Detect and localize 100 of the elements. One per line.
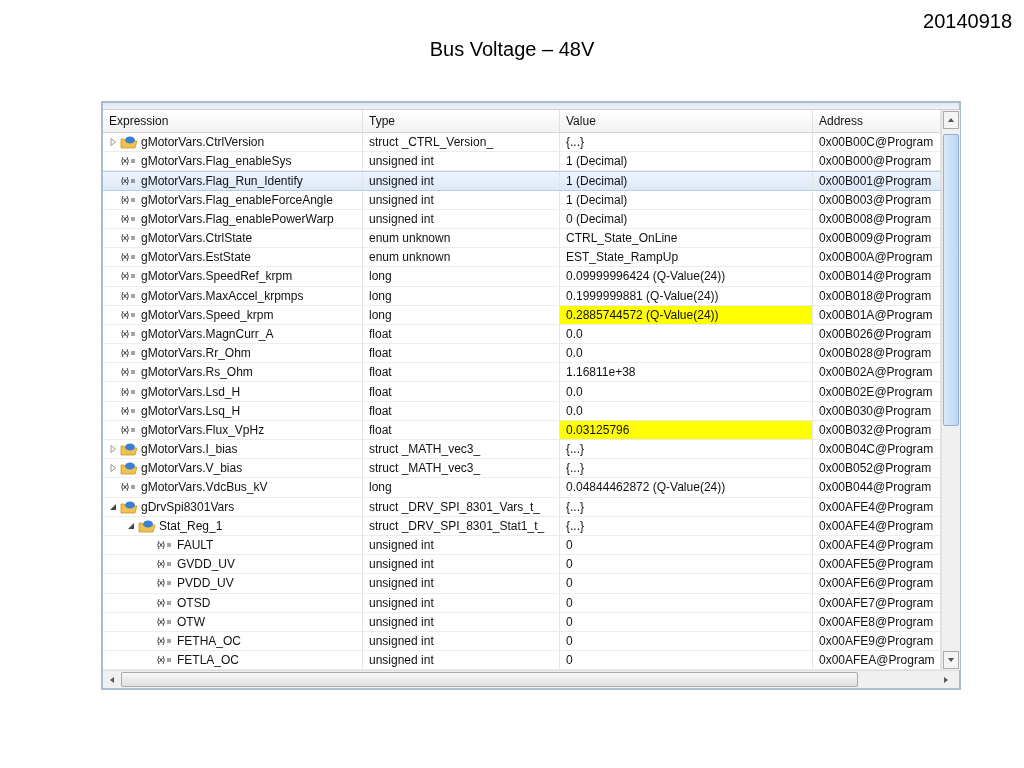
table-cell: 1 (Decimal) [560, 190, 813, 209]
table-row[interactable]: gMotorVars.MaxAccel_krpmps long 0.1999999881 (Q-Value(24)) 0x00B018@Program [103, 286, 941, 306]
table-cell: float [363, 401, 560, 420]
table-cell: unsigned int [363, 631, 560, 651]
expression-name: gMotorVars.MagnCurr_A [141, 326, 274, 341]
expression-name: GVDD_UV [177, 557, 235, 572]
table-cell: 0.0 [560, 382, 813, 401]
variable-icon [120, 348, 138, 359]
table-cell: {...} [560, 440, 813, 459]
table-row[interactable]: gMotorVars.Speed_krpm long 0.2885744572 (Q-Value(24)) 0x00B01A@Program [103, 305, 941, 325]
struct-folder-icon [138, 518, 156, 533]
table-row[interactable]: gMotorVars.VdcBus_kV long 0.04844462872 (Q-Value(24)) 0x00B044@Program [103, 478, 941, 498]
table-cell: unsigned int [363, 152, 560, 171]
table-cell: struct _MATH_vec3_ [363, 459, 560, 478]
variable-icon [156, 578, 174, 589]
expression-name: gMotorVars.CtrlState [141, 231, 253, 246]
table-row[interactable]: gMotorVars.Lsd_H float 0.0 0x00B02E@Program [103, 382, 941, 402]
table-row[interactable]: Stat_Reg_1 struct _DRV_SPI_8301_Stat1_t_ {...} 0x00AFE4@Program [103, 516, 941, 536]
table-cell: unsigned int [363, 574, 560, 593]
table-row[interactable]: GVDD_UV unsigned int 0 0x00AFE5@Program [103, 555, 941, 575]
table-row[interactable]: gMotorVars.Flux_VpHz float 0.03125796 0x00B032@Program [103, 420, 941, 440]
expression-name: gMotorVars.Lsd_H [141, 384, 241, 399]
table-row[interactable]: gMotorVars.SpeedRef_krpm long 0.09999996424 (Q-Value(24)) 0x00B014@Program [103, 267, 941, 287]
table-row[interactable]: PVDD_UV unsigned int 0 0x00AFE6@Program [103, 574, 941, 594]
table-cell: float [363, 363, 560, 382]
expression-name: gMotorVars.SpeedRef_krpm [141, 269, 293, 284]
table-row[interactable]: gMotorVars.Flag_enablePowerWarp unsigned int 0 (Decimal) 0x00B008@Program [103, 209, 941, 229]
table-row[interactable]: gMotorVars.MagnCurr_A float 0.0 0x00B026@Program [103, 324, 941, 345]
table-cell: float [363, 344, 560, 363]
table-row[interactable]: gMotorVars.CtrlVersion struct _CTRL_Version_ {...} 0x00B00C@Program [103, 133, 941, 153]
expression-name: OTSD [177, 595, 211, 610]
table-cell: 0.1999999881 (Q-Value(24)) [560, 286, 813, 305]
slide-title: Bus Voltage – 48V [428, 38, 596, 61]
table-row[interactable]: gMotorVars.Rr_Ohm float 0.0 0x00B028@Program [103, 344, 941, 364]
expand-arrow-icon[interactable] [109, 138, 117, 147]
struct-folder-icon [120, 442, 138, 457]
table-cell: {...} [560, 497, 813, 516]
expand-arrow-icon[interactable] [109, 464, 117, 473]
expression-name: OTW [177, 614, 205, 629]
table-row[interactable]: gMotorVars.V_bias struct _MATH_vec3_ {...} 0x00B052@Program [103, 459, 941, 479]
expression-name: gMotorVars.MaxAccel_krpmps [141, 288, 304, 303]
expression-name: gDrvSpi8301Vars [141, 499, 235, 514]
scrollbar-thumb[interactable] [943, 134, 959, 426]
expression-name: gMotorVars.V_bias [141, 461, 243, 476]
expression-name: gMotorVars.Flag_enableSys [141, 154, 292, 169]
column-header[interactable]: Expression [103, 110, 363, 132]
expression-name: gMotorVars.Flag_Run_Identify [141, 173, 303, 188]
expression-name: FAULT [177, 538, 214, 553]
table-row[interactable]: gMotorVars.Flag_enableForceAngle unsigned int 1 (Decimal) 0x00B003@Program [103, 190, 941, 210]
table-row[interactable]: gMotorVars.Flag_Run_Identify unsigned int 1 (Decimal) 0x00B001@Program [103, 171, 941, 191]
vertical-scrollbar[interactable] [941, 110, 960, 671]
column-header[interactable]: Type [363, 110, 560, 132]
table-row[interactable]: OTSD unsigned int 0 0x00AFE7@Program [103, 593, 941, 613]
table-cell: float [363, 382, 560, 401]
table-row[interactable]: gMotorVars.CtrlState enum unknown CTRL_State_OnLine 0x00B009@Program [103, 228, 941, 249]
table-cell: 0 [560, 631, 813, 651]
slide-date: 20140918 [923, 10, 1012, 33]
table-row[interactable]: gMotorVars.I_bias struct _MATH_vec3_ {...} 0x00B04C@Program [103, 440, 941, 460]
table-cell: unsigned int [363, 555, 560, 574]
table-cell: long [363, 286, 560, 305]
collapse-arrow-icon[interactable] [109, 502, 117, 511]
table-cell: unsigned int [363, 209, 560, 228]
expression-name: gMotorVars.Rr_Ohm [141, 346, 251, 361]
expression-name: gMotorVars.Lsq_H [141, 403, 241, 418]
variable-icon [120, 386, 138, 397]
expression-name: FETLA_OC [177, 653, 239, 668]
table-cell: struct _DRV_SPI_8301_Stat1_t_ [363, 516, 560, 535]
table-cell: 1.16811e+38 [560, 363, 813, 382]
horizontal-scrollbar[interactable] [103, 670, 959, 689]
table-row[interactable]: gMotorVars.EstState enum unknown EST_State_RampUp 0x00B00A@Program [103, 248, 941, 268]
expression-name: FETHA_OC [177, 633, 241, 648]
table-row[interactable]: OTW unsigned int 0 0x00AFE8@Program [103, 612, 941, 632]
variable-icon [120, 233, 138, 244]
expand-arrow-icon[interactable] [109, 445, 117, 454]
expression-name: gMotorVars.CtrlVersion [141, 135, 265, 150]
table-row[interactable]: gDrvSpi8301Vars struct _DRV_SPI_8301_Vars_t_ {...} 0x00AFE4@Program [103, 497, 941, 517]
variable-icon [156, 616, 174, 627]
variable-icon [120, 482, 138, 493]
collapse-arrow-icon[interactable] [127, 521, 135, 530]
table-cell: struct _CTRL_Version_ [363, 133, 560, 152]
expression-name: PVDD_UV [177, 576, 234, 591]
table-row[interactable]: gMotorVars.Rs_Ohm float 1.16811e+38 0x00B02A@Program [103, 363, 941, 383]
table-cell: {...} [560, 459, 813, 478]
table-cell: unsigned int [363, 593, 560, 612]
table-cell: struct _MATH_vec3_ [363, 440, 560, 459]
variable-icon [120, 194, 138, 205]
expression-name: gMotorVars.EstState [141, 250, 251, 265]
table-row[interactable]: FETHA_OC unsigned int 0 0x00AFE9@Program [103, 631, 941, 652]
expression-name: gMotorVars.Flag_enablePowerWarp [141, 211, 334, 226]
table-row[interactable]: FAULT unsigned int 0 0x00AFE4@Program [103, 535, 941, 556]
scrollbar-thumb[interactable] [121, 672, 858, 688]
table-cell: long [363, 267, 560, 286]
variable-icon [156, 655, 174, 666]
struct-folder-icon [120, 135, 138, 150]
variable-icon [120, 367, 138, 378]
expression-name: gMotorVars.Rs_Ohm [141, 365, 253, 380]
column-header[interactable]: Value [560, 110, 813, 132]
table-row[interactable]: gMotorVars.Lsq_H float 0.0 0x00B030@Program [103, 401, 941, 421]
variable-icon [120, 328, 138, 339]
table-cell: 0.0 [560, 344, 813, 363]
